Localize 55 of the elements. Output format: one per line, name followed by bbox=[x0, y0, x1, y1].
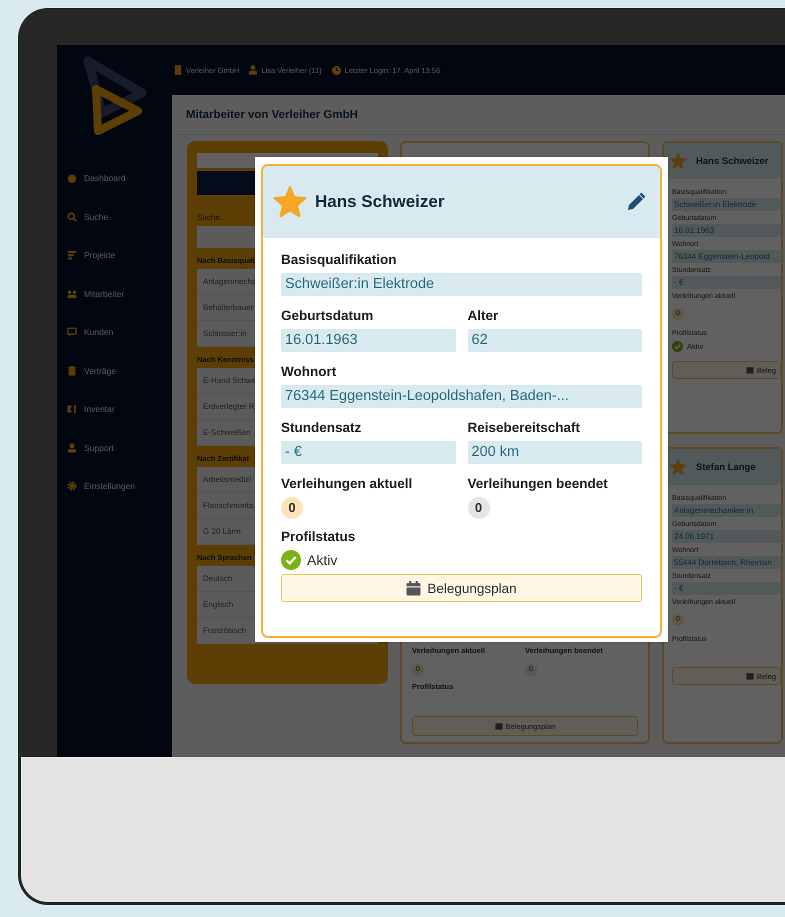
field-value: 76344 Eggenstein-Leopoldshafen, Baden-... bbox=[281, 385, 642, 408]
sidebar-item[interactable]: Inventar bbox=[57, 390, 172, 428]
sidebar-item[interactable]: Einstellungen bbox=[57, 467, 172, 506]
field-value: - € bbox=[281, 441, 456, 464]
pencil-icon[interactable] bbox=[626, 192, 646, 212]
sidebar-item[interactable]: Dashboard bbox=[57, 159, 172, 198]
field-value: 200 km bbox=[468, 441, 642, 464]
sidebar-item[interactable]: Mitarbeiter bbox=[57, 274, 172, 313]
document-icon bbox=[67, 366, 77, 376]
field-value: Schweißer:in Elektrode bbox=[281, 273, 642, 296]
sidebar-item[interactable]: Verträge bbox=[57, 352, 172, 390]
page-title: Mitarbeiter von Verleiher GmbH bbox=[172, 95, 785, 135]
field-value: 55444 Dorrebach, Rheinlan bbox=[672, 556, 781, 569]
sidebar-item[interactable]: Suche bbox=[57, 198, 172, 236]
count-badge: 0 bbox=[281, 497, 303, 519]
field-value: Schweißer:in Elektrode bbox=[672, 198, 781, 211]
search-label: Suche... bbox=[197, 213, 228, 222]
settings-icon bbox=[67, 481, 77, 492]
people-icon bbox=[67, 288, 77, 299]
person-icon bbox=[249, 65, 258, 75]
field-value: - € bbox=[672, 276, 781, 289]
employee-name: Stefan Lange bbox=[696, 462, 756, 472]
field-label: Reisebereitschaft bbox=[468, 420, 582, 435]
field-label: Verleihungen aktuell bbox=[281, 476, 414, 491]
field-label: Alter bbox=[468, 308, 500, 323]
field-value: Anlagenmechaniker:in bbox=[672, 504, 781, 517]
field-label: Basisqualifikation bbox=[281, 252, 398, 267]
field-label: Verleihungen beendet bbox=[468, 476, 609, 491]
schedule-button[interactable]: Belegungsplan bbox=[281, 574, 642, 602]
star-icon bbox=[273, 185, 307, 219]
field-label: Wohnort bbox=[281, 364, 338, 379]
star-icon bbox=[668, 151, 688, 171]
star-icon bbox=[668, 457, 688, 477]
field-value: - € bbox=[672, 582, 781, 595]
chat-icon bbox=[67, 327, 77, 338]
building-icon bbox=[174, 65, 182, 75]
sidebar-item[interactable]: Kunden bbox=[57, 313, 172, 352]
sidebar-item[interactable]: Support bbox=[57, 428, 172, 467]
status-text: Aktiv bbox=[307, 552, 338, 568]
sidebar-item[interactable]: Projekte bbox=[57, 236, 172, 274]
employee-name: Hans Schweizer bbox=[696, 156, 768, 166]
list-icon bbox=[67, 250, 77, 260]
field-value: 16.01.1963 bbox=[672, 224, 781, 237]
search-icon bbox=[67, 212, 77, 222]
field-label: Profilstatus bbox=[281, 529, 356, 544]
clock-icon bbox=[332, 66, 341, 74]
field-value: 16.01.1963 bbox=[281, 329, 456, 352]
field-value: 76344 Eggenstein-Leopold bbox=[672, 250, 781, 263]
employee-name: Hans Schweizer bbox=[315, 192, 446, 212]
person-icon bbox=[67, 442, 77, 453]
field-value: 24.06.1971 bbox=[672, 530, 781, 543]
field-label: Stundensatz bbox=[281, 420, 362, 435]
field-value: 62 bbox=[468, 329, 642, 352]
field-label: Geburtsdatum bbox=[281, 308, 374, 323]
count-badge: 0 bbox=[468, 497, 490, 519]
